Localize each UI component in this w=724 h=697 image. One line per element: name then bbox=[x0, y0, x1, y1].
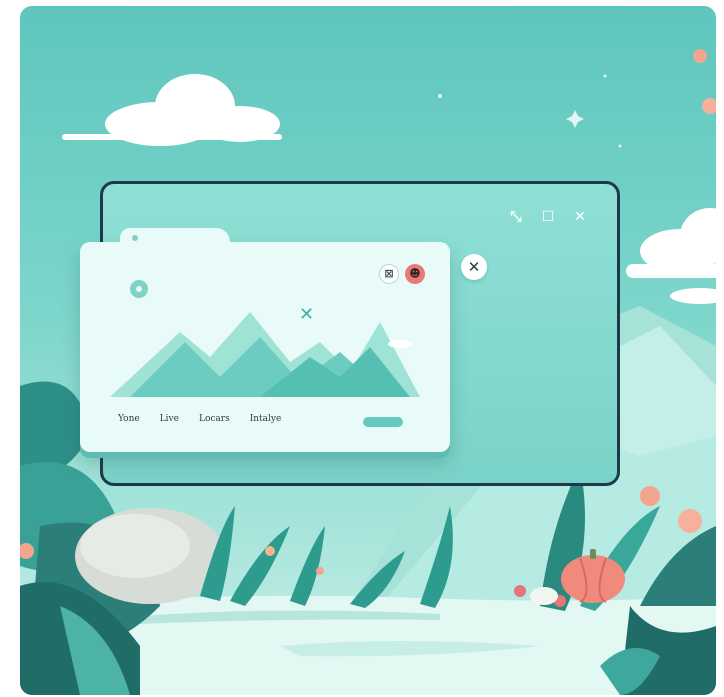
illustration-stage: ⤡ ☐ ✕ ⊠ ☻ ✕ Yone Live Locars Intalye ✕ bbox=[20, 6, 716, 695]
cloud-right bbox=[626, 208, 716, 304]
nav-item-locars[interactable]: Locars bbox=[199, 414, 230, 424]
nav-item-home[interactable]: Yone bbox=[118, 414, 140, 424]
radio-icon[interactable] bbox=[130, 280, 148, 298]
window-controls: ⤡ ☐ ✕ bbox=[507, 210, 589, 228]
action-pill-button[interactable] bbox=[363, 417, 403, 427]
nav-item-live[interactable]: Live bbox=[160, 414, 179, 424]
close-icon[interactable]: ✕ bbox=[571, 210, 589, 228]
dialog-card: ⊠ ☻ ✕ Yone Live Locars Intalye bbox=[80, 228, 450, 452]
arrow-collapse-icon[interactable]: ⤡ bbox=[507, 210, 525, 228]
card-close-button[interactable]: ✕ bbox=[461, 254, 487, 280]
mountain-illustration bbox=[110, 312, 420, 397]
square-icon[interactable]: ☐ bbox=[539, 210, 557, 228]
nav-item-intalye[interactable]: Intalye bbox=[250, 414, 282, 424]
card-tab bbox=[120, 228, 230, 252]
sparkles bbox=[438, 74, 622, 148]
tab-dot-icon bbox=[132, 235, 138, 241]
small-stone bbox=[530, 587, 558, 605]
card-nav: Yone Live Locars Intalye bbox=[118, 414, 281, 424]
profile-button[interactable]: ☻ bbox=[405, 264, 425, 284]
minimize-button[interactable]: ⊠ bbox=[379, 264, 399, 284]
cloud-top-left bbox=[62, 74, 282, 146]
